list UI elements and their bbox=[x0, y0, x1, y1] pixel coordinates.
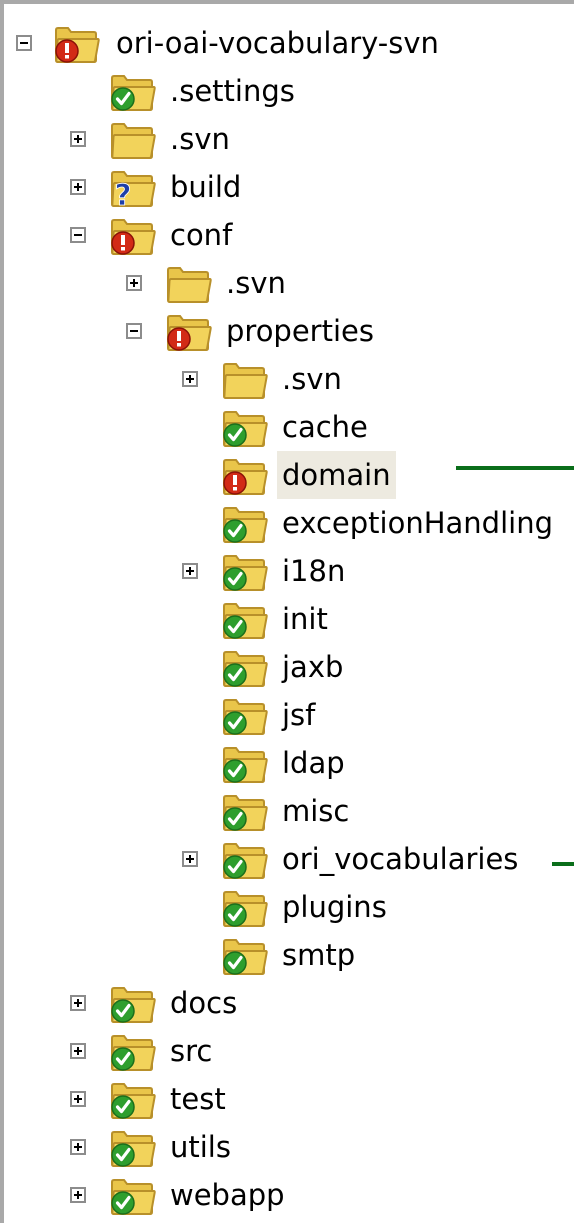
tree-item-label: exceptionHandling bbox=[282, 506, 553, 540]
expand-toggle-icon[interactable] bbox=[70, 131, 86, 147]
folder-unversioned-icon: ? bbox=[111, 171, 156, 208]
expand-toggle-icon[interactable] bbox=[126, 275, 142, 291]
tree-item-label: smtp bbox=[282, 938, 356, 972]
tree-row-root[interactable]: ori-oai-vocabulary-svn bbox=[4, 19, 574, 67]
tree-item-label: test bbox=[170, 1082, 226, 1116]
tree-item-label: misc bbox=[282, 794, 350, 828]
tree-item-label: cache bbox=[282, 410, 368, 444]
folder-normal-icon bbox=[223, 699, 268, 735]
tree-item-label: webapp bbox=[170, 1178, 285, 1212]
folder-normal-icon bbox=[111, 1131, 156, 1167]
expand-toggle-icon[interactable] bbox=[182, 851, 198, 867]
folder-normal-icon bbox=[223, 555, 268, 591]
tree-item-label: build bbox=[170, 170, 242, 204]
tree-row-misc[interactable]: misc bbox=[4, 787, 574, 835]
collapse-toggle-icon[interactable] bbox=[126, 323, 142, 339]
collapse-toggle-icon[interactable] bbox=[16, 35, 32, 51]
tree-row-smtp[interactable]: smtp bbox=[4, 931, 574, 979]
expand-toggle-icon[interactable] bbox=[70, 1091, 86, 1107]
tree-row-i18n[interactable]: i18n bbox=[4, 547, 574, 595]
folder-normal-icon bbox=[223, 603, 268, 639]
folder-normal-icon bbox=[111, 987, 156, 1023]
collapse-toggle-icon[interactable] bbox=[70, 227, 86, 243]
tree-item-label: plugins bbox=[282, 890, 387, 924]
tree-item-label: ori_vocabularies bbox=[282, 842, 519, 876]
tree-row-webapp[interactable]: webapp bbox=[4, 1171, 574, 1219]
folder-conflict-icon bbox=[111, 219, 156, 255]
tree-row-svn[interactable]: .svn bbox=[4, 115, 574, 163]
tree-row-test[interactable]: test bbox=[4, 1075, 574, 1123]
tree-item-label: properties bbox=[226, 314, 374, 348]
expand-toggle-icon[interactable] bbox=[182, 563, 198, 579]
tree-row-exceptionhandling[interactable]: exceptionHandling bbox=[4, 499, 574, 547]
tree-row-jsf[interactable]: jsf bbox=[4, 691, 574, 739]
tree-item-label: .svn bbox=[170, 122, 230, 156]
expand-toggle-icon[interactable] bbox=[182, 371, 198, 387]
tree-row-utils[interactable]: utils bbox=[4, 1123, 574, 1171]
folder-normal-icon bbox=[223, 651, 268, 687]
tree-item-label-selected: domain bbox=[277, 451, 396, 499]
tree-row-ldap[interactable]: ldap bbox=[4, 739, 574, 787]
tree-row-docs[interactable]: docs bbox=[4, 979, 574, 1027]
tree-row-build[interactable]: ? build bbox=[4, 163, 574, 211]
folder-normal-icon bbox=[223, 843, 268, 879]
tree-item-label: utils bbox=[170, 1130, 231, 1164]
folder-normal-icon bbox=[223, 795, 268, 831]
folder-conflict-icon bbox=[223, 459, 268, 495]
tree-row-domain[interactable]: domain bbox=[4, 451, 574, 499]
expand-toggle-icon[interactable] bbox=[70, 1139, 86, 1155]
tree-row-properties[interactable]: properties bbox=[4, 307, 574, 355]
tree-item-label: .svn bbox=[282, 362, 342, 396]
file-tree-panel: ori-oai-vocabulary-svn .settings .svn ? … bbox=[0, 0, 574, 1223]
tree-row-jaxb[interactable]: jaxb bbox=[4, 643, 574, 691]
tree-item-label: i18n bbox=[282, 554, 346, 588]
tree-item-label: ori-oai-vocabulary-svn bbox=[116, 26, 439, 60]
folder-normal-icon bbox=[223, 411, 268, 447]
tree-row-plugins[interactable]: plugins bbox=[4, 883, 574, 931]
folder-normal-icon bbox=[223, 891, 268, 927]
folder-plain-icon bbox=[167, 267, 212, 303]
tree-item-label: jaxb bbox=[282, 650, 344, 684]
annotation-line bbox=[456, 466, 574, 470]
tree-item-label: .settings bbox=[170, 74, 295, 108]
tree-item-label: conf bbox=[170, 218, 233, 252]
expand-toggle-icon[interactable] bbox=[70, 995, 86, 1011]
tree-row-conf-svn[interactable]: .svn bbox=[4, 259, 574, 307]
tree-item-label: jsf bbox=[282, 698, 316, 732]
folder-plain-icon bbox=[223, 363, 268, 399]
tree-row-cache[interactable]: cache bbox=[4, 403, 574, 451]
tree-item-label: .svn bbox=[226, 266, 286, 300]
folder-conflict-icon bbox=[55, 27, 100, 63]
tree-item-label: init bbox=[282, 602, 328, 636]
tree-row-src[interactable]: src bbox=[4, 1027, 574, 1075]
tree-row-ori-vocabularies[interactable]: ori_vocabularies bbox=[4, 835, 574, 883]
tree-row-settings[interactable]: .settings bbox=[4, 67, 574, 115]
folder-normal-icon bbox=[223, 747, 268, 783]
annotation-line bbox=[552, 862, 574, 866]
tree-row-properties-svn[interactable]: .svn bbox=[4, 355, 574, 403]
tree-row-init[interactable]: init bbox=[4, 595, 574, 643]
tree-item-label: docs bbox=[170, 986, 238, 1020]
folder-normal-icon bbox=[111, 1035, 156, 1071]
folder-normal-icon bbox=[223, 507, 268, 543]
tree-item-label: src bbox=[170, 1034, 213, 1068]
folder-normal-icon bbox=[111, 1083, 156, 1119]
folder-plain-icon bbox=[111, 123, 156, 159]
tree-item-label: ldap bbox=[282, 746, 345, 780]
expand-toggle-icon[interactable] bbox=[70, 1187, 86, 1203]
expand-toggle-icon[interactable] bbox=[70, 179, 86, 195]
folder-normal-icon bbox=[111, 75, 156, 111]
folder-normal-icon bbox=[111, 1179, 156, 1215]
expand-toggle-icon[interactable] bbox=[70, 1043, 86, 1059]
folder-conflict-icon bbox=[167, 315, 212, 351]
tree-row-conf[interactable]: conf bbox=[4, 211, 574, 259]
svg-text:?: ? bbox=[115, 178, 132, 208]
folder-normal-icon bbox=[223, 939, 268, 975]
